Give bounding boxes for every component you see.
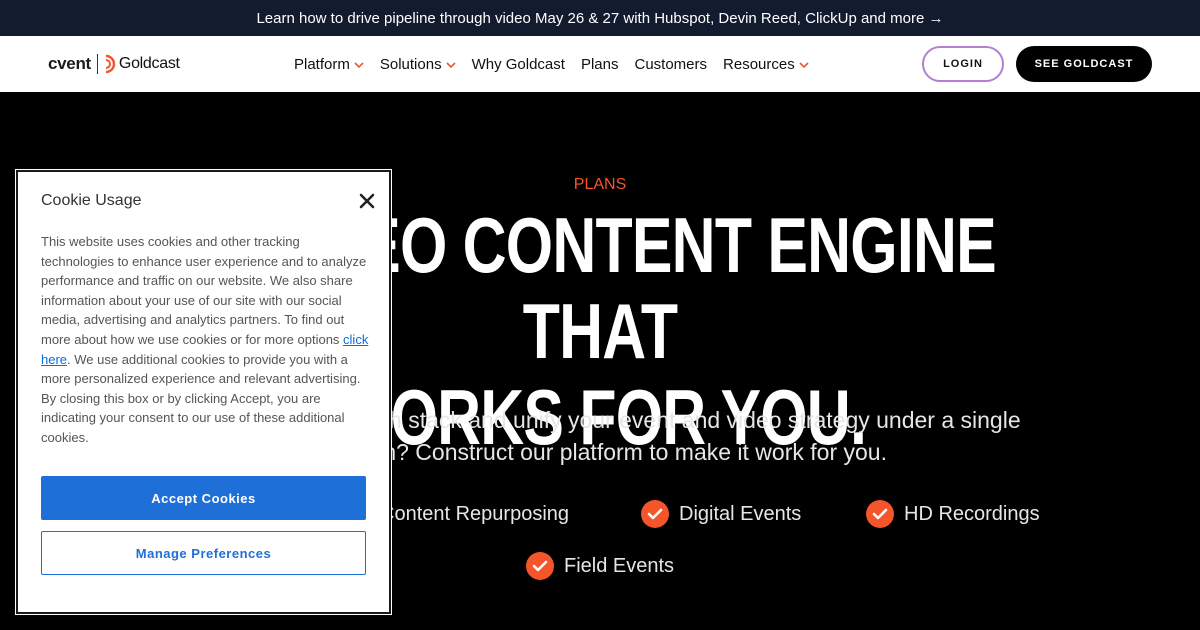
chevron-down-icon <box>799 56 809 73</box>
nav-item-label: Platform <box>294 55 350 73</box>
cookie-dialog-title: Cookie Usage <box>41 192 142 209</box>
see-goldcast-button[interactable]: SEE GOLDCAST <box>1016 46 1152 82</box>
cookie-dialog-body: This website uses cookies and other trac… <box>41 232 373 448</box>
goldcast-logo-text: Goldcast <box>118 55 180 72</box>
feature-label: HD Recordings <box>904 502 1040 525</box>
top-navigation: cvent Goldcast Platform Solutions Why Go… <box>0 36 1200 92</box>
nav-item-resources[interactable]: Resources <box>723 56 809 73</box>
goldcast-mark-icon <box>105 54 116 74</box>
cookie-body-text-continued: . We use additional cookies to provide y… <box>41 351 361 445</box>
announcement-bar[interactable]: Learn how to drive pipeline through vide… <box>0 0 1200 36</box>
nav-item-plans[interactable]: Plans <box>581 56 619 73</box>
check-icon <box>526 552 554 580</box>
nav-item-label: Resources <box>723 55 795 73</box>
cookie-dialog: Cookie Usage This website uses cookies a… <box>16 170 391 614</box>
cookie-body-text: This website uses cookies and other trac… <box>41 234 367 347</box>
nav-item-label: Customers <box>634 55 708 73</box>
feature-label: Digital Events <box>679 502 802 525</box>
check-icon <box>641 500 669 528</box>
close-icon[interactable] <box>358 192 376 210</box>
feature-label: Content Repurposing <box>380 502 570 525</box>
logo-divider <box>96 54 98 74</box>
feature-hd-recordings: HD Recordings <box>866 500 1040 528</box>
login-button[interactable]: LOGIN <box>922 46 1004 82</box>
feature-label: Field Events <box>564 554 675 577</box>
announcement-text[interactable]: Learn how to drive pipeline through vide… <box>256 10 943 27</box>
feature-field-events: Field Events <box>526 552 674 580</box>
feature-digital-events: Digital Events <box>641 500 801 528</box>
nav-item-label: Solutions <box>379 55 442 73</box>
check-icon <box>866 500 894 528</box>
nav-item-solutions[interactable]: Solutions <box>380 56 456 73</box>
nav-item-label: Why Goldcast <box>471 55 565 73</box>
nav-item-platform[interactable]: Platform <box>294 56 364 73</box>
chevron-down-icon <box>446 56 456 73</box>
main-menu: Platform Solutions Why Goldcast Plans Cu… <box>294 36 825 92</box>
cvent-logo-text: cvent <box>48 54 91 73</box>
manage-preferences-button[interactable]: Manage Preferences <box>41 531 366 575</box>
logo[interactable]: cvent Goldcast <box>48 53 180 75</box>
nav-item-customers[interactable]: Customers <box>634 56 707 73</box>
nav-item-label: Plans <box>580 55 619 73</box>
nav-item-why-goldcast[interactable]: Why Goldcast <box>472 56 565 73</box>
chevron-down-icon <box>354 56 364 73</box>
accept-cookies-button[interactable]: Accept Cookies <box>41 476 366 520</box>
goldcast-logo: Goldcast <box>104 54 180 74</box>
